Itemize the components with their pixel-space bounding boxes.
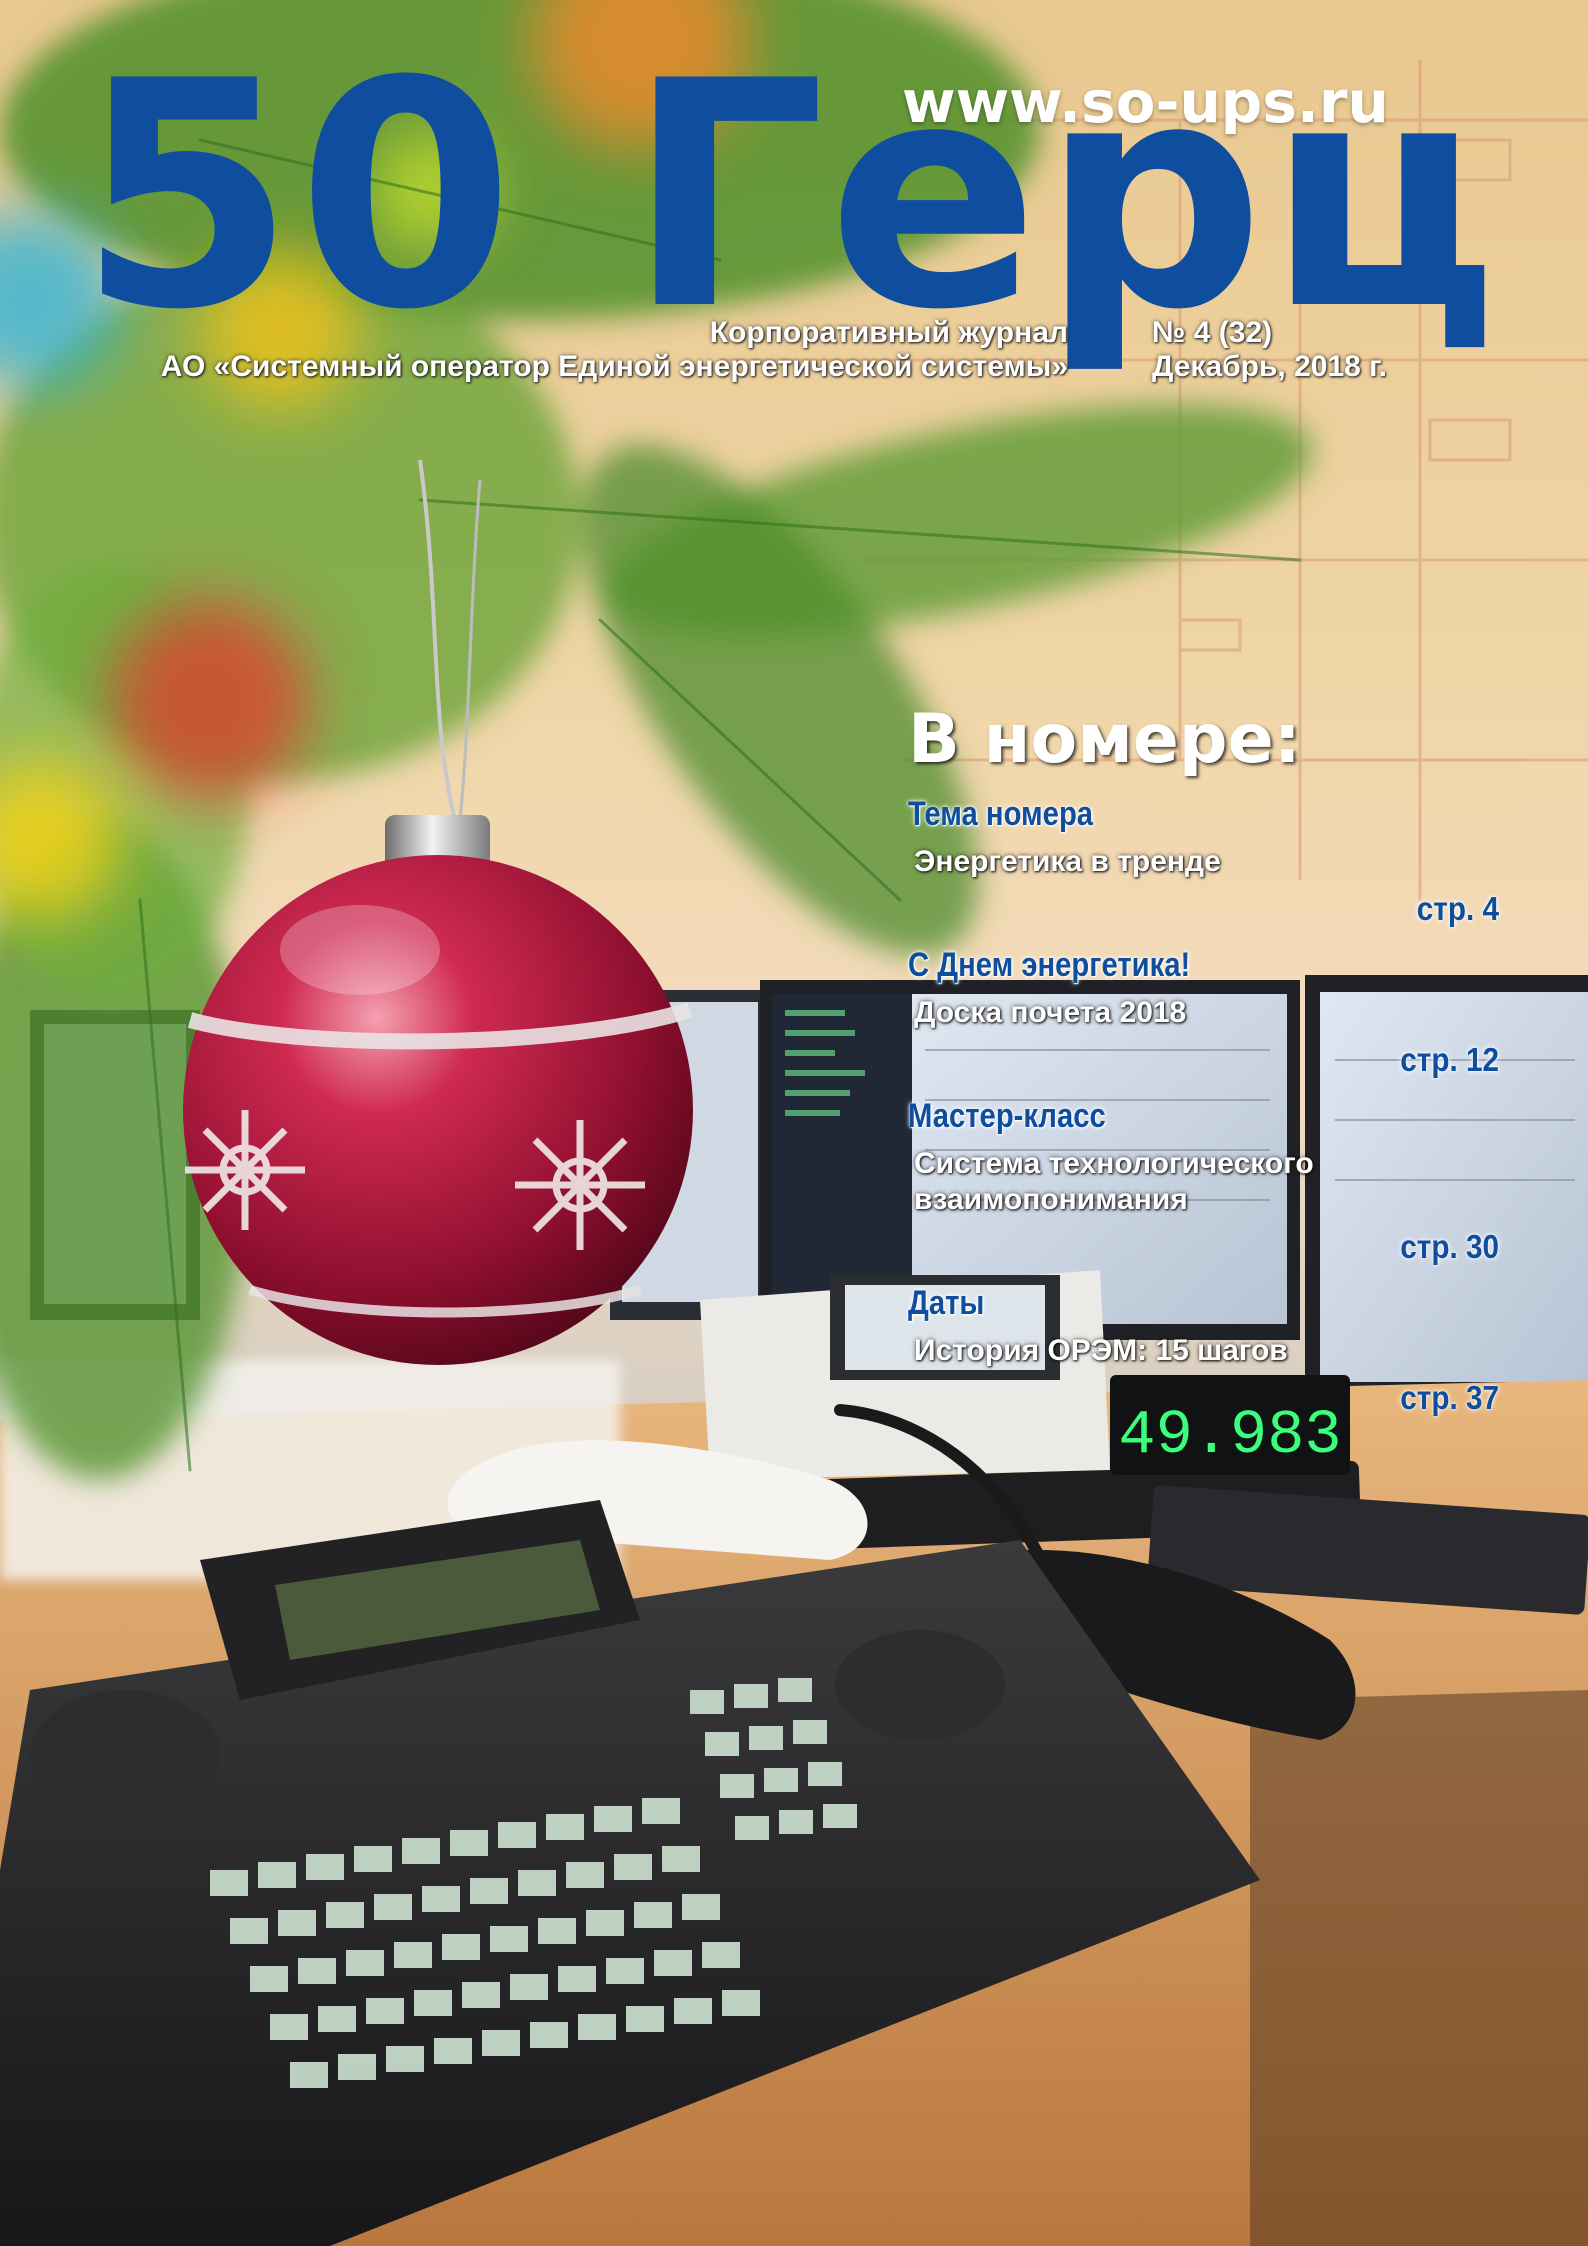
magazine-cover: 49.983 50 Герц www.so-ups.ru Корпоративн… <box>0 0 1588 2246</box>
toc-section[interactable]: С Днем энергетика! Доска почета 2018 стр… <box>908 946 1508 1079</box>
website-url[interactable]: www.so-ups.ru <box>902 68 1389 136</box>
article-title: Энергетика в тренде <box>914 845 1221 878</box>
ornament <box>183 815 693 1365</box>
article-title: Доска почета 2018 <box>914 996 1187 1029</box>
article-title: Система технологического взаимопонимания <box>914 1147 1314 1216</box>
section-heading: Мастер-класс <box>908 1097 1106 1135</box>
page-number: стр. 37 <box>1400 1379 1499 1416</box>
issue-info: № 4 (32) Декабрь, 2018 г. <box>1152 316 1387 384</box>
toc-section[interactable]: Мастер-класс Система технологического вз… <box>908 1097 1508 1266</box>
article-title: История ОРЭМ: 15 шагов <box>914 1334 1288 1367</box>
section-heading: Даты <box>908 1284 985 1322</box>
table-of-contents: В номере: Тема номера Энергетика в тренд… <box>908 700 1508 1435</box>
journal-type: Корпоративный журнал <box>709 316 1068 349</box>
page-number: стр. 12 <box>1400 1041 1499 1078</box>
toc-section[interactable]: Тема номера Энергетика в тренде стр. 4 <box>908 795 1508 928</box>
issue-date: Декабрь, 2018 г. <box>1152 350 1387 383</box>
section-heading: Тема номера <box>908 795 1094 833</box>
issue-number: № 4 (32) <box>1152 316 1273 349</box>
publisher-info: Корпоративный журнал АО «Системный опера… <box>161 316 1068 384</box>
page-number: стр. 4 <box>1416 890 1499 927</box>
publisher-name: АО «Системный оператор Единой энергетиче… <box>160 350 1068 383</box>
page-number: стр. 30 <box>1400 1228 1499 1265</box>
toc-section[interactable]: Даты История ОРЭМ: 15 шагов стр. 37 <box>908 1284 1508 1417</box>
contents-heading: В номере: <box>908 700 1301 779</box>
section-heading: С Днем энергетика! <box>908 946 1191 984</box>
